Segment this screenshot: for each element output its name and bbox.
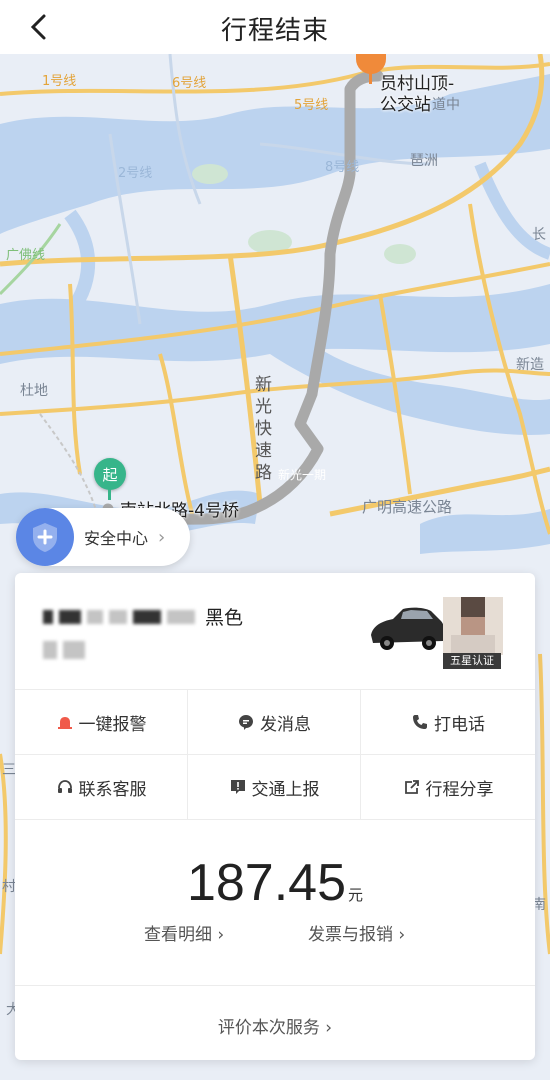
end-location-label: 员村山顶- 公交站 — [380, 74, 454, 116]
phone-icon — [411, 713, 429, 731]
road-label: 广明高速公路 — [362, 498, 453, 516]
blurred-text — [87, 609, 103, 624]
end-pin-stem — [369, 72, 372, 84]
invoice-link[interactable]: 发票与报销 › — [308, 920, 405, 945]
blurred-text — [43, 609, 53, 624]
metro-label: 广佛线 — [6, 248, 46, 263]
start-pin: 起 — [94, 458, 126, 490]
place-label: 杜地 — [20, 383, 48, 399]
blurred-text — [59, 609, 81, 624]
end-label-line2: 公交站 — [380, 95, 431, 115]
alarm-button[interactable]: 一键报警 — [15, 690, 188, 755]
road-label: 新光一期 — [278, 468, 327, 482]
trip-card: 黑色 五星认证 一键报警 发消息 打电话 联系客服 交通上报 行程分享 187.… — [15, 573, 535, 1060]
shield-icon — [16, 508, 74, 566]
message-icon — [237, 713, 255, 731]
fare-display: 187.45 元 — [15, 853, 535, 913]
top-bar: 行程结束 — [0, 0, 550, 54]
blurred-text — [167, 609, 195, 624]
place-label: 长 — [532, 227, 546, 243]
message-label: 发消息 — [260, 714, 311, 735]
road-label: 新光快速路 — [255, 375, 272, 483]
end-label-line1: 员村山顶- — [380, 74, 455, 94]
metro-label: 6号线 — [172, 76, 207, 91]
car-image — [371, 607, 445, 650]
blurred-text — [133, 609, 161, 624]
start-pin-stem — [108, 488, 111, 500]
fare-amount: 187.45 — [186, 854, 347, 912]
chevron-right-icon: › — [158, 526, 166, 548]
fare-unit: 元 — [348, 886, 364, 904]
blurred-text — [109, 609, 127, 624]
traffic-report-label: 交通上报 — [251, 779, 320, 800]
place-label: 新造 — [516, 357, 544, 373]
page-title: 行程结束 — [220, 16, 329, 46]
car-info: 黑色 — [43, 603, 243, 630]
customer-service-label: 联系客服 — [78, 779, 147, 800]
alarm-icon — [56, 713, 74, 731]
action-grid: 一键报警 发消息 打电话 联系客服 交通上报 行程分享 — [15, 690, 535, 820]
safety-center-button[interactable]: 安全中心 › — [16, 508, 190, 566]
place-label: 三 — [2, 762, 16, 778]
place-label: 琶洲 — [410, 153, 438, 169]
place-label: 村 — [2, 879, 16, 895]
customer-service-button[interactable]: 联系客服 — [15, 755, 188, 820]
report-icon — [229, 778, 247, 796]
car-color: 黑色 — [205, 607, 244, 629]
call-button[interactable]: 打电话 — [361, 690, 535, 755]
safety-center-label: 安全中心 — [84, 529, 149, 548]
message-button[interactable]: 发消息 — [188, 690, 361, 755]
rate-service-link[interactable]: 评价本次服务 › — [15, 1013, 535, 1038]
blurred-text — [63, 641, 85, 659]
divider — [15, 985, 535, 986]
metro-label: 1号线 — [42, 74, 77, 89]
metro-label: 5号线 — [294, 98, 329, 113]
traffic-report-button[interactable]: 交通上报 — [188, 755, 361, 820]
headset-icon — [56, 778, 74, 796]
driver-info: 黑色 五星认证 — [15, 573, 535, 690]
metro-label: 2号线 — [118, 166, 153, 181]
view-details-link[interactable]: 查看明细 › — [144, 920, 224, 945]
driver-avatar — [443, 597, 503, 655]
blurred-text — [43, 641, 57, 659]
share-icon — [403, 778, 421, 796]
share-trip-label: 行程分享 — [425, 779, 494, 800]
plate-number — [43, 641, 91, 659]
metro-label: 8号线 — [325, 160, 360, 175]
share-trip-button[interactable]: 行程分享 — [361, 755, 535, 820]
five-star-badge: 五星认证 — [443, 653, 501, 669]
alarm-label: 一键报警 — [78, 714, 147, 735]
call-label: 打电话 — [434, 714, 485, 735]
